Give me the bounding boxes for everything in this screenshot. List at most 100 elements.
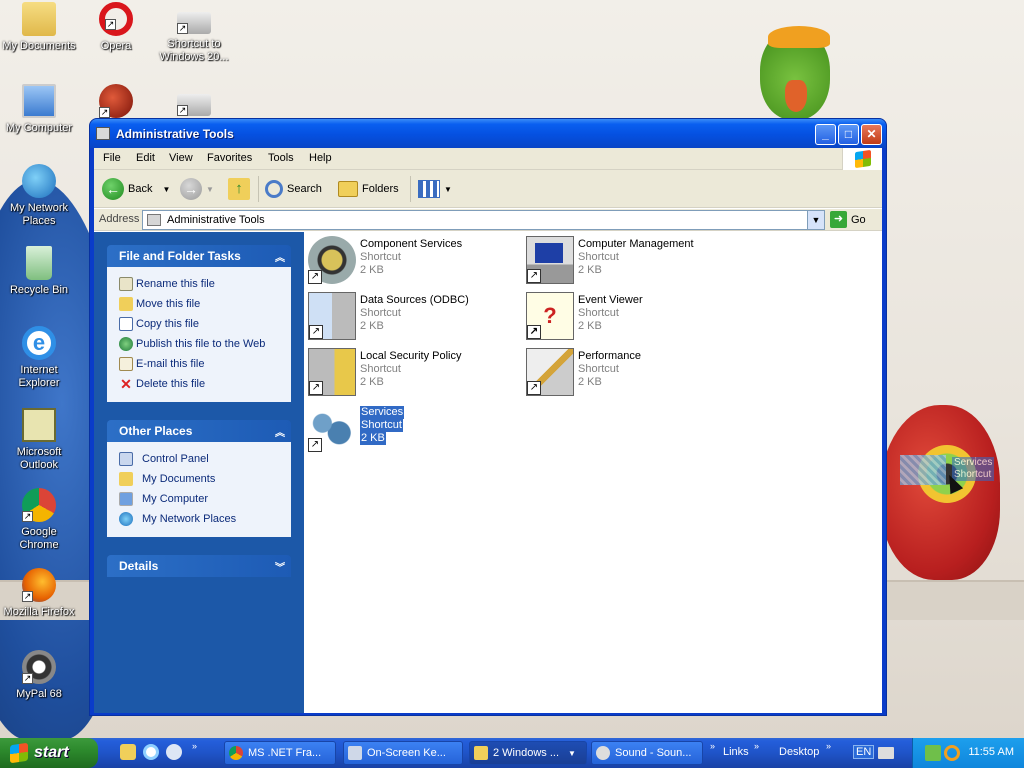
task-move[interactable]: Move this file xyxy=(119,294,291,314)
desktop-icon-mozilla-firefox[interactable]: ↗ Mozilla Firefox xyxy=(1,568,77,619)
keyboard-layout-icon[interactable] xyxy=(878,747,894,759)
tray-search-icon[interactable] xyxy=(944,745,960,761)
task-rename[interactable]: Rename this file xyxy=(119,274,291,294)
folder-icon xyxy=(22,2,56,36)
recycle-bin-icon xyxy=(26,246,52,280)
taskbar-button-sound[interactable]: Sound - Soun... xyxy=(591,741,703,765)
tray-network-icon[interactable] xyxy=(925,745,941,761)
menu-help[interactable]: Help xyxy=(309,152,332,164)
task-label: Control Panel xyxy=(142,453,209,465)
minimize-button[interactable]: _ xyxy=(815,124,836,145)
quicklaunch-explorer-icon[interactable] xyxy=(120,744,136,760)
other-places-header[interactable]: Other Places ︽ xyxy=(107,420,291,442)
desktop-icon-my-documents[interactable]: My Documents xyxy=(1,2,77,53)
menu-bar: File Edit View Favorites Tools Help xyxy=(94,148,882,170)
links-toolbar[interactable]: Links xyxy=(723,746,749,758)
performance-chart-icon: ↗ xyxy=(526,348,574,396)
desktop-chevron-icon[interactable]: » xyxy=(826,741,831,751)
forward-button[interactable]: → ▼ xyxy=(180,175,214,203)
file-item-component-services[interactable]: ↗ Component Services Shortcut 2 KB xyxy=(308,236,518,288)
desktop-icon-app[interactable]: ↗ xyxy=(78,84,154,122)
task-delete[interactable]: ✕ Delete this file xyxy=(119,374,291,394)
title-bar[interactable]: Administrative Tools _ □ ✕ xyxy=(90,119,886,148)
desktop-icon-my-network-places[interactable]: My Network Places xyxy=(1,164,77,228)
quicklaunch-ie-icon[interactable] xyxy=(143,744,159,760)
quicklaunch-more-chevron-icon[interactable]: » xyxy=(192,741,197,751)
address-dropdown-icon[interactable]: ▼ xyxy=(807,211,824,229)
task-label: Rename this file xyxy=(136,278,215,290)
taskbar-button-ms-net[interactable]: MS .NET Fra... xyxy=(224,741,336,765)
start-button[interactable]: start xyxy=(0,738,98,768)
place-my-documents[interactable]: My Documents xyxy=(119,469,291,489)
details-header[interactable]: Details ︾ xyxy=(107,555,291,577)
taskbar-button-on-screen-keyboard[interactable]: On-Screen Ke... xyxy=(343,741,463,765)
taskbar-button-windows-group[interactable]: 2 Windows ... ▼ xyxy=(469,741,587,765)
task-email[interactable]: E-mail this file xyxy=(119,354,291,374)
network-places-icon xyxy=(119,512,133,526)
desktop-icon-internet-explorer[interactable]: e Internet Explorer xyxy=(1,326,77,390)
go-button[interactable]: ➜ Go xyxy=(830,211,866,228)
window-client: File Edit View Favorites Tools Help ← Ba… xyxy=(94,148,882,713)
file-folder-tasks-header[interactable]: File and Folder Tasks ︽ xyxy=(107,245,291,267)
place-my-network-places[interactable]: My Network Places xyxy=(119,509,291,529)
desktop-icon-label: Mozilla Firefox xyxy=(3,606,75,618)
panel-title: Details xyxy=(119,559,159,573)
collapse-chevron-icon[interactable]: ︽ xyxy=(275,249,285,264)
search-button[interactable]: Search xyxy=(265,175,322,203)
file-name: Services xyxy=(360,406,405,419)
desktop-icon-google-chrome[interactable]: ↗ Google Chrome xyxy=(1,488,77,552)
desktop-icon-windows-shortcut[interactable]: ↗ Shortcut to Windows 20... xyxy=(156,6,232,64)
file-name: Computer Management xyxy=(578,238,694,250)
language-indicator[interactable]: EN xyxy=(853,745,875,759)
menu-file[interactable]: File xyxy=(103,152,121,164)
menu-favorites[interactable]: Favorites xyxy=(207,152,252,164)
shortcut-arrow-icon: ↗ xyxy=(22,673,33,684)
taskbar-more-chevron-icon[interactable]: » xyxy=(710,741,715,751)
address-input[interactable]: Administrative Tools ▼ xyxy=(142,210,825,230)
security-policy-lock-icon: ↗ xyxy=(308,348,356,396)
menu-edit[interactable]: Edit xyxy=(136,152,155,164)
links-chevron-icon[interactable]: » xyxy=(754,741,759,751)
desktop-icon-recycle-bin[interactable]: Recycle Bin xyxy=(1,246,77,297)
mypal-raccoon-icon: ↗ xyxy=(22,650,56,684)
drag-ghost-name: Services xyxy=(954,457,993,468)
dropdown-arrow-icon[interactable]: ▼ xyxy=(162,185,170,194)
file-item-services[interactable]: ↗ Services Shortcut 2 KB xyxy=(308,404,518,456)
folders-button[interactable]: Folders xyxy=(338,175,399,203)
desktop-toolbar[interactable]: Desktop xyxy=(779,746,819,758)
file-item-local-security-policy[interactable]: ↗ Local Security Policy Shortcut 2 KB xyxy=(308,348,518,400)
file-item-performance[interactable]: ↗ Performance Shortcut 2 KB xyxy=(526,348,736,400)
desktop-icon-microsoft-outlook[interactable]: Microsoft Outlook xyxy=(1,408,77,472)
close-button[interactable]: ✕ xyxy=(861,124,882,145)
up-folder-button[interactable]: ↑ xyxy=(228,175,250,203)
quicklaunch-media-player-icon[interactable] xyxy=(166,744,182,760)
task-publish[interactable]: Publish this file to the Web xyxy=(119,334,291,354)
file-name: Event Viewer xyxy=(578,294,643,306)
control-panel-icon xyxy=(119,452,133,466)
file-size: 2 KB xyxy=(360,376,384,388)
up-folder-icon: ↑ xyxy=(228,178,250,200)
file-item-data-sources[interactable]: ↗ Data Sources (ODBC) Shortcut 2 KB xyxy=(308,292,518,344)
menu-tools[interactable]: Tools xyxy=(268,152,294,164)
place-my-computer[interactable]: My Computer xyxy=(119,489,291,509)
services-gears-icon xyxy=(900,455,946,485)
file-item-event-viewer[interactable]: ? ↗ Event Viewer Shortcut 2 KB xyxy=(526,292,736,344)
desktop-icon-drive-shortcut[interactable]: ↗ xyxy=(156,88,232,120)
window-title: Administrative Tools xyxy=(116,127,234,141)
expand-chevron-icon[interactable]: ︾ xyxy=(275,559,285,574)
clock[interactable]: 11:55 AM xyxy=(968,746,1014,758)
file-item-computer-management[interactable]: ↗ Computer Management Shortcut 2 KB xyxy=(526,236,736,288)
drag-ghost-type: Shortcut xyxy=(954,469,992,480)
desktop-icon-my-computer[interactable]: My Computer xyxy=(1,84,77,135)
task-copy[interactable]: Copy this file xyxy=(119,314,291,334)
menu-view[interactable]: View xyxy=(169,152,193,164)
desktop-icon-opera[interactable]: ↗ Opera xyxy=(78,2,154,53)
maximize-button[interactable]: □ xyxy=(838,124,859,145)
desktop-icon-mypal[interactable]: ↗ MyPal 68 xyxy=(1,650,77,701)
collapse-chevron-icon[interactable]: ︽ xyxy=(275,424,285,439)
back-button[interactable]: ← Back ▼ xyxy=(102,175,170,203)
file-name: Component Services xyxy=(360,238,463,250)
place-control-panel[interactable]: Control Panel xyxy=(119,449,291,469)
views-button[interactable]: ▼ xyxy=(418,175,452,203)
toolbar: ← Back ▼ → ▼ ↑ Search Folders ▼ xyxy=(94,170,882,208)
